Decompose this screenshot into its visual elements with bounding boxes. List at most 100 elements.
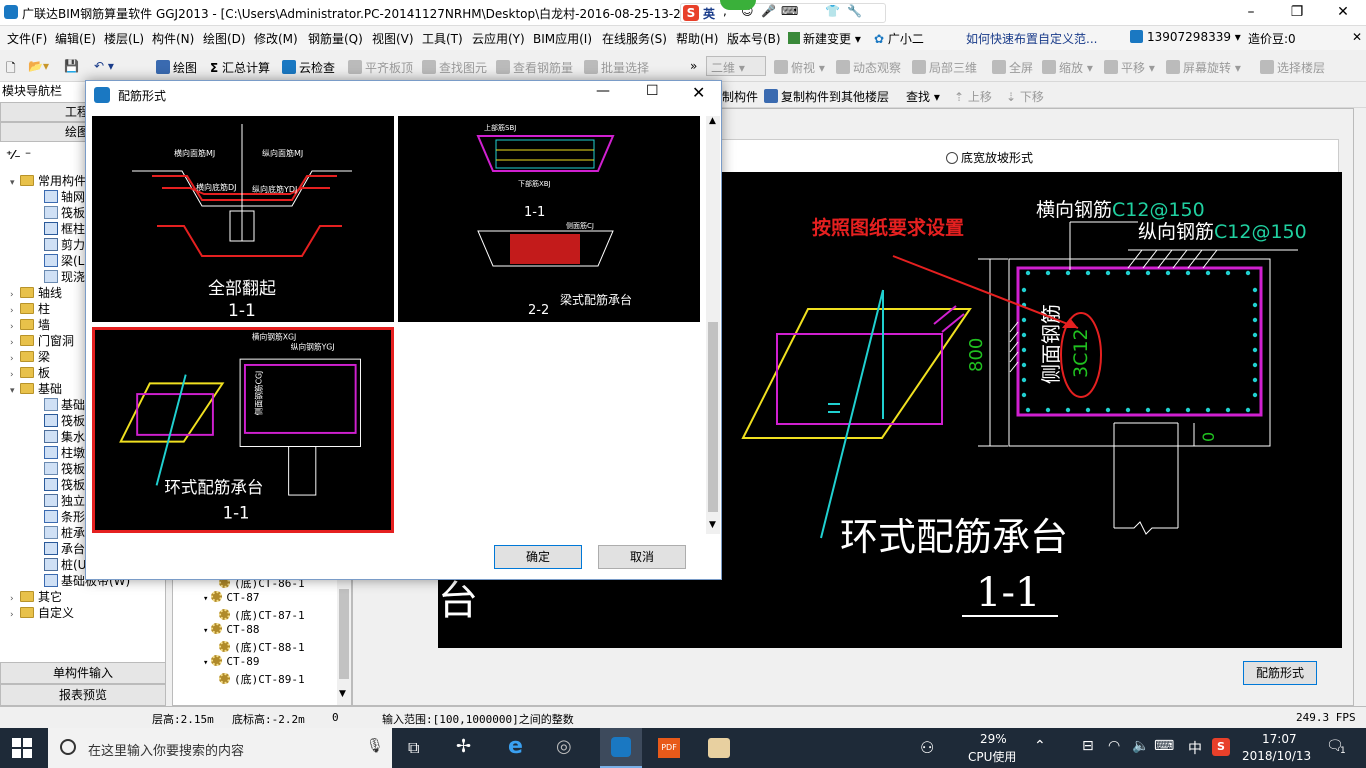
- undo-icon[interactable]: ↶ ▾: [94, 59, 114, 73]
- taskbar-search-input[interactable]: 在这里输入你要搜索的内容 🎙: [48, 728, 392, 768]
- menu-guangxiaoer[interactable]: ✿ 广小二: [874, 30, 924, 47]
- tree-child-item[interactable]: 筏板: [44, 204, 85, 221]
- rebar-form-button[interactable]: 配筋形式: [1243, 661, 1317, 685]
- copy-element-button[interactable]: 制构件: [722, 88, 758, 105]
- dialog-close-button[interactable]: ✕: [692, 83, 705, 102]
- select-floor-button[interactable]: 选择楼层: [1260, 59, 1325, 76]
- tree-group-item[interactable]: › 自定义: [10, 604, 74, 621]
- task-view-icon[interactable]: ⧉: [408, 738, 419, 758]
- menu-close-icon[interactable]: ✕: [1352, 30, 1362, 44]
- view-top-button[interactable]: 俯视 ▾: [774, 59, 825, 76]
- menu-edit[interactable]: 编辑(E): [55, 30, 96, 47]
- wrench-icon[interactable]: 🔧: [847, 4, 862, 18]
- dialog-scroll-down-icon[interactable]: ▼: [709, 520, 716, 530]
- slope-radio[interactable]: 底宽放坡形式: [946, 149, 1033, 166]
- menu-online[interactable]: 在线服务(S): [602, 30, 667, 47]
- open-folder-icon[interactable]: 📂▾: [28, 59, 49, 73]
- move-up-button[interactable]: ⇡ 上移: [954, 88, 992, 105]
- zoom-button[interactable]: 缩放 ▾: [1042, 59, 1093, 76]
- list-scroll-down-icon[interactable]: ▼: [339, 689, 346, 699]
- list-scrollbar[interactable]: ▼: [337, 579, 351, 705]
- draw-button[interactable]: 绘图: [156, 59, 197, 76]
- list-item[interactable]: (底)CT-89-1: [219, 671, 305, 687]
- help-link[interactable]: 如何快速布置自定义范...: [966, 30, 1097, 47]
- tree-child-item[interactable]: 柱墩: [44, 444, 85, 461]
- dialog-scroll-up-icon[interactable]: ▲: [709, 116, 716, 126]
- tree-group-item[interactable]: ▾ 常用构件: [10, 172, 86, 189]
- dialog-minimize-button[interactable]: —: [596, 83, 610, 99]
- save-icon[interactable]: 💾: [64, 59, 79, 73]
- thumb-ring-style[interactable]: 横向钢筋XGJ 纵向钢筋YGJ 侧面钢筋CGJ 环式配筋承台 1-1: [92, 327, 394, 533]
- menu-floor[interactable]: 楼层(L): [104, 30, 144, 47]
- menu-view[interactable]: 视图(V): [372, 30, 414, 47]
- tree-child-item[interactable]: 框柱: [44, 220, 85, 237]
- tree-child-item[interactable]: 现浇: [44, 268, 85, 285]
- collapse-icon[interactable]: ▾: [203, 594, 208, 604]
- minimize-button[interactable]: –: [1228, 0, 1274, 26]
- tree-child-item[interactable]: 桩承: [44, 524, 85, 541]
- menu-version[interactable]: 版本号(B): [727, 30, 781, 47]
- pdf-app-icon[interactable]: PDF: [658, 738, 680, 758]
- dialog-cancel-button[interactable]: 取消: [598, 545, 686, 569]
- cloud-check-button[interactable]: 云检查: [282, 59, 335, 76]
- collapse-icon[interactable]: ▾: [10, 386, 20, 396]
- menu-draw[interactable]: 绘图(D): [203, 30, 246, 47]
- tree-child-item[interactable]: 独立: [44, 492, 85, 509]
- menu-cloud[interactable]: 云应用(Y): [472, 30, 525, 47]
- tree-group-item[interactable]: › 其它: [10, 588, 62, 605]
- start-button[interactable]: [12, 738, 32, 758]
- batch-select-button[interactable]: 批量选择: [584, 59, 649, 76]
- close-button[interactable]: ✕: [1320, 0, 1366, 26]
- pan-button[interactable]: 平移 ▾: [1104, 59, 1155, 76]
- panel-scrollbar[interactable]: [1353, 109, 1365, 707]
- tree-child-item[interactable]: 轴网: [44, 188, 85, 205]
- tree-child-item[interactable]: 剪力: [44, 236, 85, 253]
- tree-group-item[interactable]: › 梁: [10, 348, 50, 365]
- tree-group-item[interactable]: ▾ 基础: [10, 380, 62, 397]
- tree-child-item[interactable]: 筏板: [44, 476, 85, 493]
- tray-chevron-icon[interactable]: ⌃: [1034, 738, 1046, 754]
- tree-group-item[interactable]: › 轴线: [10, 284, 62, 301]
- rotate-button[interactable]: 屏幕旋转 ▾: [1166, 59, 1241, 76]
- tree-child-item[interactable]: 集水: [44, 428, 85, 445]
- collapse-icon[interactable]: ▾: [10, 178, 20, 188]
- pinwheel-icon[interactable]: ✢: [456, 736, 471, 757]
- skin-icon[interactable]: 👕: [825, 4, 840, 18]
- account[interactable]: 13907298339 ▾: [1130, 30, 1241, 44]
- find-button[interactable]: 查找 ▾: [906, 88, 940, 105]
- keyboard-tray-icon[interactable]: ⌨: [1154, 738, 1174, 754]
- dialog-ok-button[interactable]: 确定: [494, 545, 582, 569]
- menu-component[interactable]: 构件(N): [152, 30, 194, 47]
- view-2d-select[interactable]: 二维 ▾: [706, 56, 766, 76]
- expand-icon[interactable]: ›: [10, 306, 20, 316]
- thumb-beam-style[interactable]: 上部筋SBJ 下部筋XBJ 1-1 侧面筋CJ 2-2 梁式配筋承台: [398, 116, 700, 322]
- tree-group-item[interactable]: › 板: [10, 364, 50, 381]
- list-group-item[interactable]: ▾ CT-89: [203, 655, 260, 668]
- dynamic-view-button[interactable]: 动态观察: [836, 59, 901, 76]
- dialog-scroll-thumb[interactable]: [708, 322, 718, 512]
- browser-icon[interactable]: ◎: [556, 736, 572, 757]
- list-group-item[interactable]: ▾ CT-88: [203, 623, 260, 636]
- sogou-tray-icon[interactable]: S: [1212, 738, 1230, 756]
- ie-icon[interactable]: e: [508, 734, 523, 759]
- new-file-icon[interactable]: 🗋: [6, 59, 16, 80]
- tree-child-item[interactable]: 梁(L): [44, 252, 89, 269]
- expand-all-icon[interactable]: ⁺⁄₋ ⁻: [6, 148, 31, 162]
- find-element-button[interactable]: 查找图元: [422, 59, 487, 76]
- paint-app-icon[interactable]: [708, 738, 730, 758]
- clock-date[interactable]: 2018/10/13: [1242, 749, 1311, 763]
- expand-icon[interactable]: ›: [10, 290, 20, 300]
- collapse-icon[interactable]: ▾: [203, 658, 208, 668]
- list-group-item[interactable]: ▾ CT-87: [203, 591, 260, 604]
- move-down-button[interactable]: ⇣ 下移: [1006, 88, 1044, 105]
- people-icon[interactable]: ⚇: [920, 738, 934, 757]
- tree-group-item[interactable]: › 墙: [10, 316, 50, 333]
- lang-indicator[interactable]: 中: [1188, 738, 1202, 758]
- dialog-scrollbar[interactable]: ▲ ▼: [706, 116, 720, 534]
- mic-icon[interactable]: 🎙: [366, 738, 384, 754]
- ime-toolbar[interactable]: S 英 ,° ☺ 🎤 ⌨ 👕 🔧: [680, 3, 886, 23]
- volume-icon[interactable]: 🔈: [1132, 738, 1149, 754]
- ime-lang-label[interactable]: 英: [703, 5, 715, 22]
- menu-help[interactable]: 帮助(H): [676, 30, 718, 47]
- menu-bim[interactable]: BIM应用(I): [533, 30, 592, 47]
